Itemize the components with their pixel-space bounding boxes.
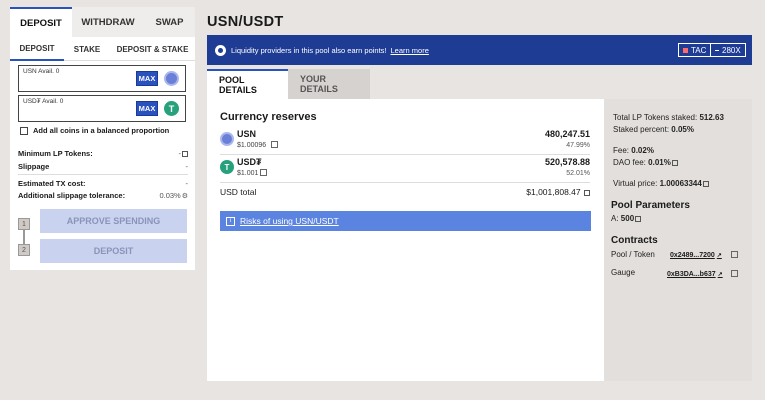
copy-icon bbox=[182, 151, 188, 157]
info-icon bbox=[584, 190, 590, 196]
copy-icon[interactable] bbox=[731, 270, 738, 277]
fee: Fee: 0.02% bbox=[613, 146, 654, 155]
info-icon: i bbox=[226, 216, 235, 226]
risks-disclaimer[interactable]: i Risks of using USN/USDT bbox=[220, 211, 591, 231]
slippage-row: Slippage - bbox=[18, 162, 188, 171]
copy-icon[interactable] bbox=[271, 141, 278, 148]
step-1-badge: 1 bbox=[18, 218, 30, 230]
slippage-value: - bbox=[185, 162, 189, 171]
pool-token-label: Pool / Token bbox=[611, 250, 655, 259]
points-banner: Liquidity providers in this pool also ea… bbox=[207, 35, 752, 65]
external-link-icon: ↗ bbox=[717, 272, 723, 278]
banner-text: Liquidity providers in this pool also ea… bbox=[231, 45, 387, 55]
contracts-title: Contracts bbox=[611, 235, 658, 246]
deposit-button[interactable]: DEPOSIT bbox=[40, 239, 187, 263]
gear-icon[interactable]: ⚙ bbox=[182, 193, 188, 200]
step-connector bbox=[23, 230, 25, 244]
usdt-avail-label: USD₮ Avail. 0 bbox=[23, 98, 64, 105]
approve-spending-button[interactable]: APPROVE SPENDING bbox=[40, 209, 187, 233]
tab-swap[interactable]: SWAP bbox=[144, 7, 195, 37]
pool-token-link[interactable]: 0x2489...7200 ↗ bbox=[670, 252, 722, 259]
coin-name: USN bbox=[237, 129, 257, 139]
coin-price: $1.00096 bbox=[237, 142, 267, 149]
a-param: A: 500 bbox=[611, 214, 642, 223]
subtab-stake[interactable]: STAKE bbox=[64, 37, 110, 61]
pool-details-panel: Currency reserves USN $1.00096 480,247.5… bbox=[207, 99, 604, 381]
coin-price: $1.001 bbox=[237, 170, 259, 177]
copy-icon[interactable] bbox=[731, 251, 738, 258]
add-slippage-row[interactable]: Additional slippage tolerance: 0.03%⚙ bbox=[18, 191, 188, 200]
tac-icon bbox=[683, 47, 688, 53]
reserves-title: Currency reserves bbox=[220, 111, 317, 123]
usdt-coin-icon: T bbox=[164, 101, 179, 116]
subtab-deposit[interactable]: DEPOSIT bbox=[10, 37, 64, 61]
usn-amount-field[interactable]: USN Avail. 0 MAX bbox=[18, 65, 186, 92]
reserve-row-usdt: T USD₮ $1.001 520,578.88 52.01% bbox=[220, 157, 590, 183]
coin-amount: 480,247.51 bbox=[544, 129, 590, 139]
coin-percent: 52.01% bbox=[566, 170, 590, 177]
tac-badge[interactable]: TAC bbox=[678, 43, 712, 57]
pool-parameters-title: Pool Parameters bbox=[611, 200, 690, 211]
usn-max-button[interactable]: MAX bbox=[136, 71, 158, 86]
usd-total-value: $1,001,808.47 bbox=[526, 187, 590, 197]
slippage-label: Slippage bbox=[18, 162, 50, 171]
balanced-label: Add all coins in a balanced proportion bbox=[33, 126, 170, 135]
page-title: USN/USDT bbox=[207, 14, 284, 30]
usn-coin-icon bbox=[164, 71, 179, 86]
tx-cost-value: - bbox=[185, 179, 189, 188]
info-icon bbox=[635, 216, 642, 222]
tx-cost-label: Estimated TX cost: bbox=[18, 179, 86, 188]
reserve-row-usn: USN $1.00096 480,247.51 47.99% bbox=[220, 129, 590, 155]
gauge-label: Gauge bbox=[611, 268, 636, 277]
min-lp-label: Minimum LP Tokens: bbox=[18, 149, 93, 158]
staked-percent: Staked percent: 0.05% bbox=[613, 125, 694, 134]
min-lp-row: Minimum LP Tokens: - bbox=[18, 149, 188, 158]
lp-staked: Total LP Tokens staked: 512.63 bbox=[613, 113, 724, 122]
pool-tabs: POOL DETAILS YOUR DETAILS bbox=[207, 69, 370, 99]
gauge-link[interactable]: 0xB3DA...b637 ↗ bbox=[667, 271, 723, 278]
multiplier-icon bbox=[715, 49, 719, 51]
sub-tabs: DEPOSIT STAKE DEPOSIT & STAKE bbox=[10, 37, 195, 61]
multiplier-badge[interactable]: 280X bbox=[710, 43, 746, 57]
info-icon bbox=[671, 160, 678, 166]
usd-total-label: USD total bbox=[220, 187, 257, 197]
add-slippage-value[interactable]: 0.03%⚙ bbox=[159, 191, 188, 200]
points-icon bbox=[215, 44, 226, 56]
external-link-icon: ↗ bbox=[716, 253, 722, 259]
usn-coin-icon bbox=[220, 132, 234, 146]
virtual-price: Virtual price: 1.00063344 bbox=[613, 179, 709, 188]
learn-more-link[interactable]: Learn more bbox=[391, 46, 429, 55]
add-slippage-label: Additional slippage tolerance: bbox=[18, 191, 126, 200]
coin-name: USD₮ bbox=[237, 157, 262, 167]
usdt-coin-icon: T bbox=[220, 160, 234, 174]
risks-link[interactable]: Risks of using USN/USDT bbox=[240, 216, 339, 226]
step-2-badge: 2 bbox=[18, 244, 30, 256]
info-icon bbox=[702, 181, 709, 187]
usd-total-row: USD total $1,001,808.47 bbox=[220, 187, 590, 197]
usn-avail-label: USN Avail. 0 bbox=[23, 68, 60, 75]
balanced-checkbox[interactable] bbox=[20, 126, 28, 135]
copy-icon[interactable] bbox=[260, 169, 267, 176]
balanced-option[interactable]: Add all coins in a balanced proportion bbox=[20, 126, 169, 135]
pool-stats-sidebar: Total LP Tokens staked: 512.63 Staked pe… bbox=[604, 99, 752, 381]
coin-percent: 47.99% bbox=[566, 142, 590, 149]
min-lp-value: - bbox=[179, 149, 188, 158]
usdt-amount-field[interactable]: USD₮ Avail. 0 MAX T bbox=[18, 95, 186, 122]
deposit-panel: DEPOSIT WITHDRAW SWAP DEPOSIT STAKE DEPO… bbox=[10, 7, 195, 270]
tab-pool-details[interactable]: POOL DETAILS bbox=[207, 69, 288, 99]
main-tabs: DEPOSIT WITHDRAW SWAP bbox=[10, 7, 195, 37]
usdt-max-button[interactable]: MAX bbox=[136, 101, 158, 116]
tab-your-details[interactable]: YOUR DETAILS bbox=[288, 69, 370, 99]
tab-deposit[interactable]: DEPOSIT bbox=[10, 7, 72, 37]
coin-amount: 520,578.88 bbox=[544, 157, 590, 167]
tx-cost-row: Estimated TX cost: - bbox=[18, 179, 188, 188]
subtab-deposit-stake[interactable]: DEPOSIT & STAKE bbox=[110, 37, 195, 61]
tab-withdraw[interactable]: WITHDRAW bbox=[72, 7, 144, 37]
dao-fee: DAO fee: 0.01% bbox=[613, 158, 678, 167]
